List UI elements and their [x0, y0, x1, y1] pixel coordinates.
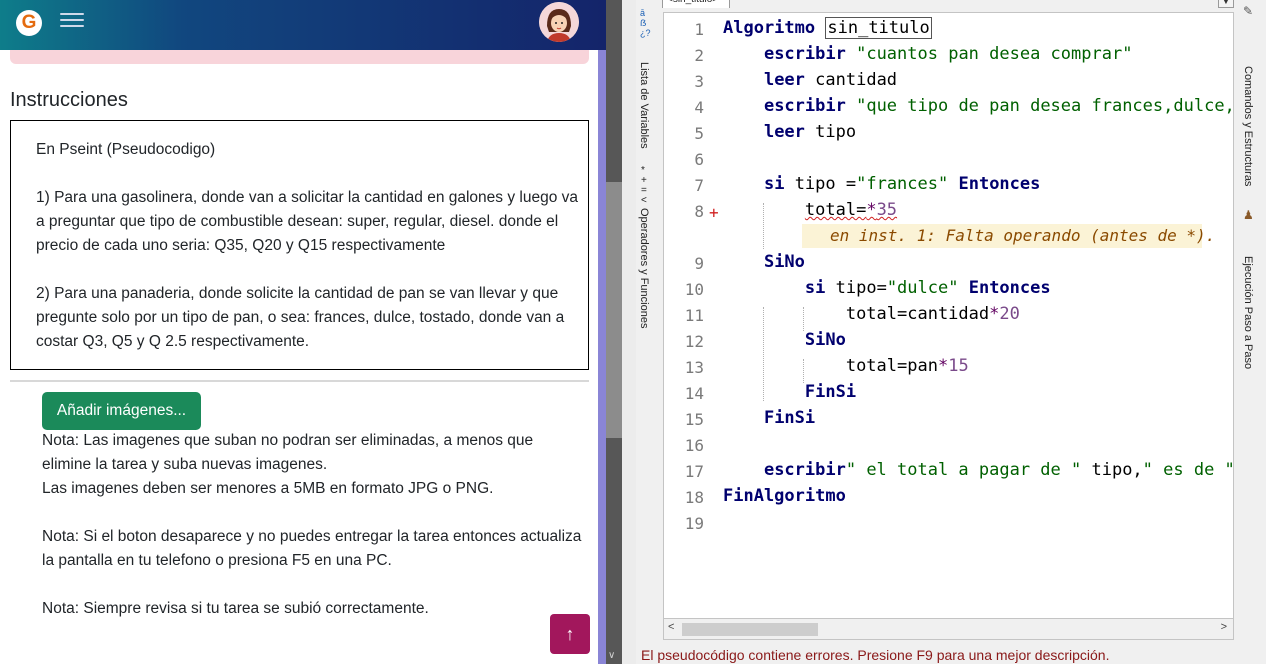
code-line[interactable]: si tipo="dulce" Entonces	[723, 278, 1051, 298]
commands-panel-icon[interactable]: ✎	[1243, 4, 1253, 18]
operators-functions-tab[interactable]: Operadores y Funciones	[638, 208, 650, 328]
instruction-paragraph: 1) Para una gasolinera, donde van a soli…	[36, 189, 579, 254]
hamburger-menu-icon[interactable]	[60, 9, 84, 31]
app-logo[interactable]: G	[16, 10, 42, 36]
scroll-to-top-button[interactable]: ↑	[550, 614, 590, 654]
code-line-error[interactable]: total=*35	[723, 200, 897, 220]
note-text: Nota: Siempre revisa si tu tarea se subi…	[42, 600, 429, 617]
line-number: 11	[684, 306, 704, 325]
right-tool-sidebar: ✎ Comandos y Estructuras ♟ Ejecución Pas…	[1236, 0, 1266, 648]
editor-tab[interactable]: <sin_titulo>	[662, 0, 730, 8]
scroll-down-arrow-icon[interactable]: ∨	[608, 650, 615, 661]
scroll-left-arrow-icon[interactable]: <	[668, 621, 674, 633]
line-number: 19	[684, 514, 704, 533]
note-text: Nota: Si el boton desaparece y no puedes…	[42, 528, 582, 569]
line-number: 16	[684, 436, 704, 455]
horizontal-scrollbar-thumb[interactable]	[682, 623, 818, 636]
variables-panel-icon[interactable]: ā ẞ ¿?	[640, 8, 651, 38]
note-text: Nota: Las imagenes que suban no podran s…	[42, 432, 534, 473]
line-number: 9	[694, 254, 704, 273]
user-avatar[interactable]	[539, 2, 579, 42]
code-editor[interactable]: 1 2 3 4 5 6 7 8 9 10 11 12 13 14 15 16 1…	[663, 12, 1234, 640]
horizontal-scrollbar[interactable]: < >	[663, 618, 1234, 640]
line-number: 15	[684, 410, 704, 429]
code-line[interactable]: si tipo ="frances" Entonces	[723, 174, 1040, 194]
code-line[interactable]: SiNo	[723, 330, 846, 350]
code-line[interactable]: FinAlgoritmo	[723, 486, 846, 506]
operators-panel-icon[interactable]: * + = <	[641, 166, 647, 206]
arrow-up-icon: ↑	[565, 624, 575, 644]
instruction-paragraph: En Pseint (Pseudocodigo)	[36, 141, 216, 158]
code-line[interactable]: escribir" el total a pagar de " tipo," e…	[723, 460, 1233, 480]
notes-section: Nota: Las imagenes que suban no podran s…	[42, 429, 582, 621]
step-execution-tab[interactable]: Ejecución Paso a Paso	[1242, 256, 1254, 369]
code-line[interactable]: FinSi	[723, 382, 856, 402]
code-line[interactable]: escribir "cuantos pan desea comprar"	[723, 44, 1132, 64]
commands-structures-tab[interactable]: Comandos y Estructuras	[1242, 66, 1254, 186]
inline-error-message: en inst. 1: Falta operando (antes de *).	[802, 224, 1215, 248]
top-navbar: G	[0, 0, 606, 50]
instruction-paragraph: 2) Para una panaderia, donde solicite la…	[36, 285, 565, 350]
left-tool-sidebar: ā ẞ ¿? Lista de Variables * + = < Operadores …	[636, 0, 656, 648]
line-number: 2	[694, 46, 704, 65]
line-number: 12	[684, 332, 704, 351]
tab-dropdown-icon[interactable]: ▼	[1218, 0, 1234, 8]
window-scrollbar-thumb[interactable]	[606, 182, 622, 438]
line-number: 17	[684, 462, 704, 481]
web-page-panel: Instrucciones En Pseint (Pseudocodigo) 1…	[0, 0, 598, 664]
line-number: 8	[694, 202, 704, 221]
status-bar-message[interactable]: El pseudocódigo contiene errores. Presio…	[641, 647, 1110, 663]
instructions-box: En Pseint (Pseudocodigo) 1) Para una gas…	[10, 120, 589, 370]
line-number: 18	[684, 488, 704, 507]
scroll-right-arrow-icon[interactable]: >	[1221, 621, 1227, 633]
page-scrollbar-track[interactable]	[598, 50, 606, 664]
code-line[interactable]: leer cantidad	[723, 70, 897, 90]
add-images-button[interactable]: Añadir imágenes...	[42, 392, 201, 430]
line-number: 1	[694, 20, 704, 39]
line-number: 3	[694, 72, 704, 91]
code-line[interactable]: leer tipo	[723, 122, 856, 142]
variables-list-tab[interactable]: Lista de Variables	[638, 62, 650, 149]
note-text: Las imagenes deben ser menores a 5MB en …	[42, 480, 494, 497]
code-line[interactable]: escribir "que tipo de pan desea frances,…	[723, 96, 1233, 116]
line-number: 10	[684, 280, 704, 299]
line-number: 5	[694, 124, 704, 143]
code-line[interactable]: total=cantidad*20	[723, 304, 1020, 324]
line-number: 14	[684, 384, 704, 403]
code-line[interactable]: FinSi	[723, 408, 815, 428]
instructions-title: Instrucciones	[10, 89, 128, 111]
divider	[10, 380, 589, 382]
code-line[interactable]: SiNo	[723, 252, 805, 272]
code-line[interactable]: total=pan*15	[723, 356, 969, 376]
avatar-girl-icon	[539, 2, 579, 42]
line-number: 7	[694, 176, 704, 195]
code-line[interactable]: Algoritmo sin_titulo	[723, 17, 932, 39]
error-marker[interactable]: +	[709, 203, 719, 222]
line-number: 13	[684, 358, 704, 377]
line-number: 4	[694, 98, 704, 117]
step-execution-icon[interactable]: ♟	[1243, 208, 1254, 222]
window-separator	[622, 0, 636, 664]
line-number: 6	[694, 150, 704, 169]
